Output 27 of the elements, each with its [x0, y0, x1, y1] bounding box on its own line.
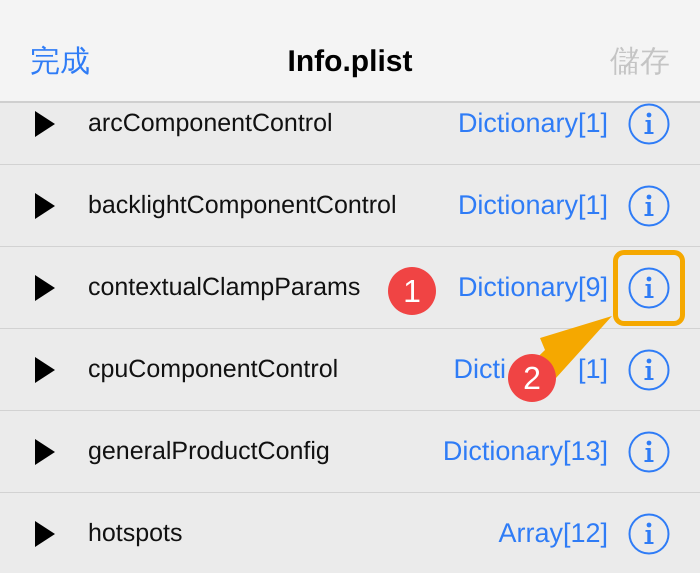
value-type: Dictionary[9]	[458, 272, 608, 303]
expand-triangle-icon[interactable]	[35, 438, 55, 464]
value-type: Dicti	[453, 354, 506, 385]
info-icon[interactable]	[628, 266, 670, 308]
value-type: Dictionary[13]	[442, 436, 608, 467]
value-type: [1]	[578, 354, 608, 385]
info-icon[interactable]	[628, 512, 670, 554]
expand-triangle-icon[interactable]	[35, 110, 55, 136]
expand-triangle-icon[interactable]	[35, 274, 55, 300]
expand-triangle-icon[interactable]	[35, 520, 55, 546]
value-type: Dictionary[1]	[458, 190, 608, 221]
info-icon[interactable]	[628, 184, 670, 226]
expand-triangle-icon[interactable]	[35, 356, 55, 382]
expand-triangle-icon[interactable]	[35, 192, 55, 218]
info-icon[interactable]	[628, 430, 670, 472]
key-label: generalProductConfig	[88, 437, 330, 466]
key-label: cpuComponentControl	[88, 355, 338, 384]
done-button[interactable]: 完成	[30, 41, 90, 82]
value-type: Dictionary[1]	[458, 108, 608, 139]
info-icon[interactable]	[628, 348, 670, 390]
value-type: Array[12]	[498, 518, 608, 549]
key-label: contextualClampParams	[88, 273, 360, 302]
info-icon[interactable]	[628, 103, 670, 144]
key-label: backlightComponentControl	[88, 191, 397, 220]
window-title: Info.plist	[288, 44, 412, 78]
key-label: hotspots	[88, 519, 183, 548]
key-label: arcComponentControl	[88, 109, 333, 138]
